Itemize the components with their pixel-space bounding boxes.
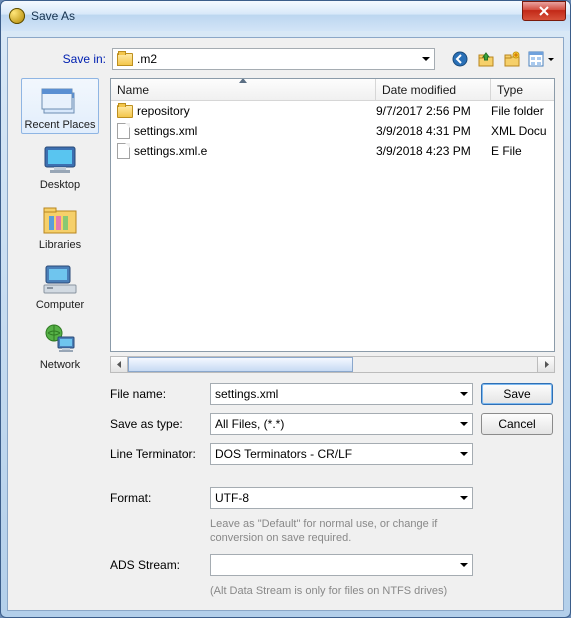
chevron-down-icon	[548, 58, 554, 61]
file-name: settings.xml.e	[134, 144, 207, 158]
saveastype-combo[interactable]: All Files, (*.*)	[210, 413, 473, 435]
save-in-row: Save in: .m2	[16, 48, 555, 70]
desktop-icon	[40, 143, 80, 177]
chevron-down-icon	[422, 57, 430, 61]
save-in-label: Save in:	[16, 52, 106, 66]
places-bar: Recent Places Desktop	[16, 78, 104, 598]
chevron-down-icon	[460, 422, 468, 426]
save-as-dialog: Save As Save in: .m2	[0, 0, 571, 618]
nav-toolbar	[449, 48, 555, 70]
view-menu-button[interactable]	[527, 48, 555, 70]
file-name: repository	[137, 104, 190, 118]
listview-header: Name Date modified Type	[111, 79, 554, 101]
close-icon	[539, 6, 549, 16]
titlebar[interactable]: Save As	[1, 1, 570, 31]
place-desktop[interactable]: Desktop	[21, 138, 99, 194]
computer-icon	[40, 263, 80, 297]
folder-icon	[117, 105, 133, 118]
saveastype-value: All Files, (*.*)	[215, 417, 284, 431]
back-icon	[452, 51, 468, 67]
file-listview[interactable]: Name Date modified Type repository 9/7/2…	[110, 78, 555, 352]
horizontal-scrollbar[interactable]	[110, 356, 555, 373]
view-menu-icon	[528, 51, 546, 67]
spacer	[110, 473, 555, 479]
file-name: settings.xml	[134, 124, 197, 138]
place-label: Computer	[36, 299, 84, 311]
triangle-left-icon	[116, 361, 123, 368]
triangle-right-icon	[543, 361, 550, 368]
network-icon	[40, 323, 80, 357]
chevron-down-icon	[460, 563, 468, 567]
lineterm-label: Line Terminator:	[110, 447, 202, 461]
lineterm-value: DOS Terminators - CR/LF	[215, 447, 352, 461]
format-label: Format:	[110, 491, 202, 505]
up-one-level-icon	[478, 51, 494, 67]
dialog-body: Save in: .m2	[7, 37, 564, 611]
list-item[interactable]: repository 9/7/2017 2:56 PM File folder	[111, 101, 554, 121]
new-folder-button[interactable]	[501, 48, 523, 70]
file-icon	[117, 123, 130, 139]
place-libraries[interactable]: Libraries	[21, 198, 99, 254]
file-date: 3/9/2018 4:23 PM	[376, 144, 491, 158]
back-button[interactable]	[449, 48, 471, 70]
place-label: Libraries	[39, 239, 81, 251]
chevron-down-icon	[460, 452, 468, 456]
main-body: Recent Places Desktop	[16, 78, 555, 598]
place-network[interactable]: Network	[21, 318, 99, 374]
file-type: E File	[491, 144, 554, 158]
scrollbar-track[interactable]	[128, 357, 537, 372]
place-label: Network	[40, 359, 80, 371]
recent-places-icon	[40, 83, 80, 117]
chevron-down-icon	[460, 392, 468, 396]
lineterm-combo[interactable]: DOS Terminators - CR/LF	[210, 443, 473, 465]
filename-value: settings.xml	[215, 387, 278, 401]
format-combo[interactable]: UTF-8	[210, 487, 473, 509]
save-in-combo[interactable]: .m2	[112, 48, 435, 70]
cancel-button[interactable]: Cancel	[481, 413, 553, 435]
format-value: UTF-8	[215, 491, 249, 505]
place-recent[interactable]: Recent Places	[21, 78, 99, 134]
scrollbar-thumb[interactable]	[128, 357, 353, 372]
filename-label: File name:	[110, 387, 202, 401]
column-header-type[interactable]: Type	[491, 79, 554, 100]
folder-icon	[117, 53, 133, 66]
sort-ascending-icon	[239, 78, 247, 83]
file-date: 9/7/2017 2:56 PM	[376, 104, 491, 118]
list-item[interactable]: settings.xml 3/9/2018 4:31 PM XML Docu	[111, 121, 554, 141]
column-header-name[interactable]: Name	[111, 79, 376, 100]
place-label: Recent Places	[25, 119, 96, 131]
file-type: XML Docu	[491, 124, 554, 138]
scroll-right-button[interactable]	[537, 357, 554, 372]
place-label: Desktop	[40, 179, 80, 191]
filename-combo[interactable]: settings.xml	[210, 383, 473, 405]
file-area: Name Date modified Type repository 9/7/2…	[110, 78, 555, 598]
file-icon	[117, 143, 130, 159]
window-title: Save As	[31, 9, 75, 23]
form-grid: File name: settings.xml Save Save as typ…	[110, 383, 555, 598]
column-header-date[interactable]: Date modified	[376, 79, 491, 100]
new-folder-icon	[504, 51, 520, 67]
column-name-label: Name	[117, 83, 149, 97]
libraries-icon	[40, 203, 80, 237]
ads-note: (Alt Data Stream is only for files on NT…	[210, 584, 473, 598]
listview-rows: repository 9/7/2017 2:56 PM File folder …	[111, 101, 554, 351]
up-one-level-button[interactable]	[475, 48, 497, 70]
ads-label: ADS Stream:	[110, 558, 202, 572]
saveastype-label: Save as type:	[110, 417, 202, 431]
save-button[interactable]: Save	[481, 383, 553, 405]
chevron-down-icon	[460, 496, 468, 500]
place-computer[interactable]: Computer	[21, 258, 99, 314]
format-note: Leave as "Default" for normal use, or ch…	[210, 517, 473, 546]
app-icon	[9, 8, 25, 24]
scroll-left-button[interactable]	[111, 357, 128, 372]
ads-combo[interactable]	[210, 554, 473, 576]
save-in-value: .m2	[137, 52, 157, 66]
file-date: 3/9/2018 4:31 PM	[376, 124, 491, 138]
file-type: File folder	[491, 104, 554, 118]
list-item[interactable]: settings.xml.e 3/9/2018 4:23 PM E File	[111, 141, 554, 161]
close-button[interactable]	[522, 1, 566, 21]
